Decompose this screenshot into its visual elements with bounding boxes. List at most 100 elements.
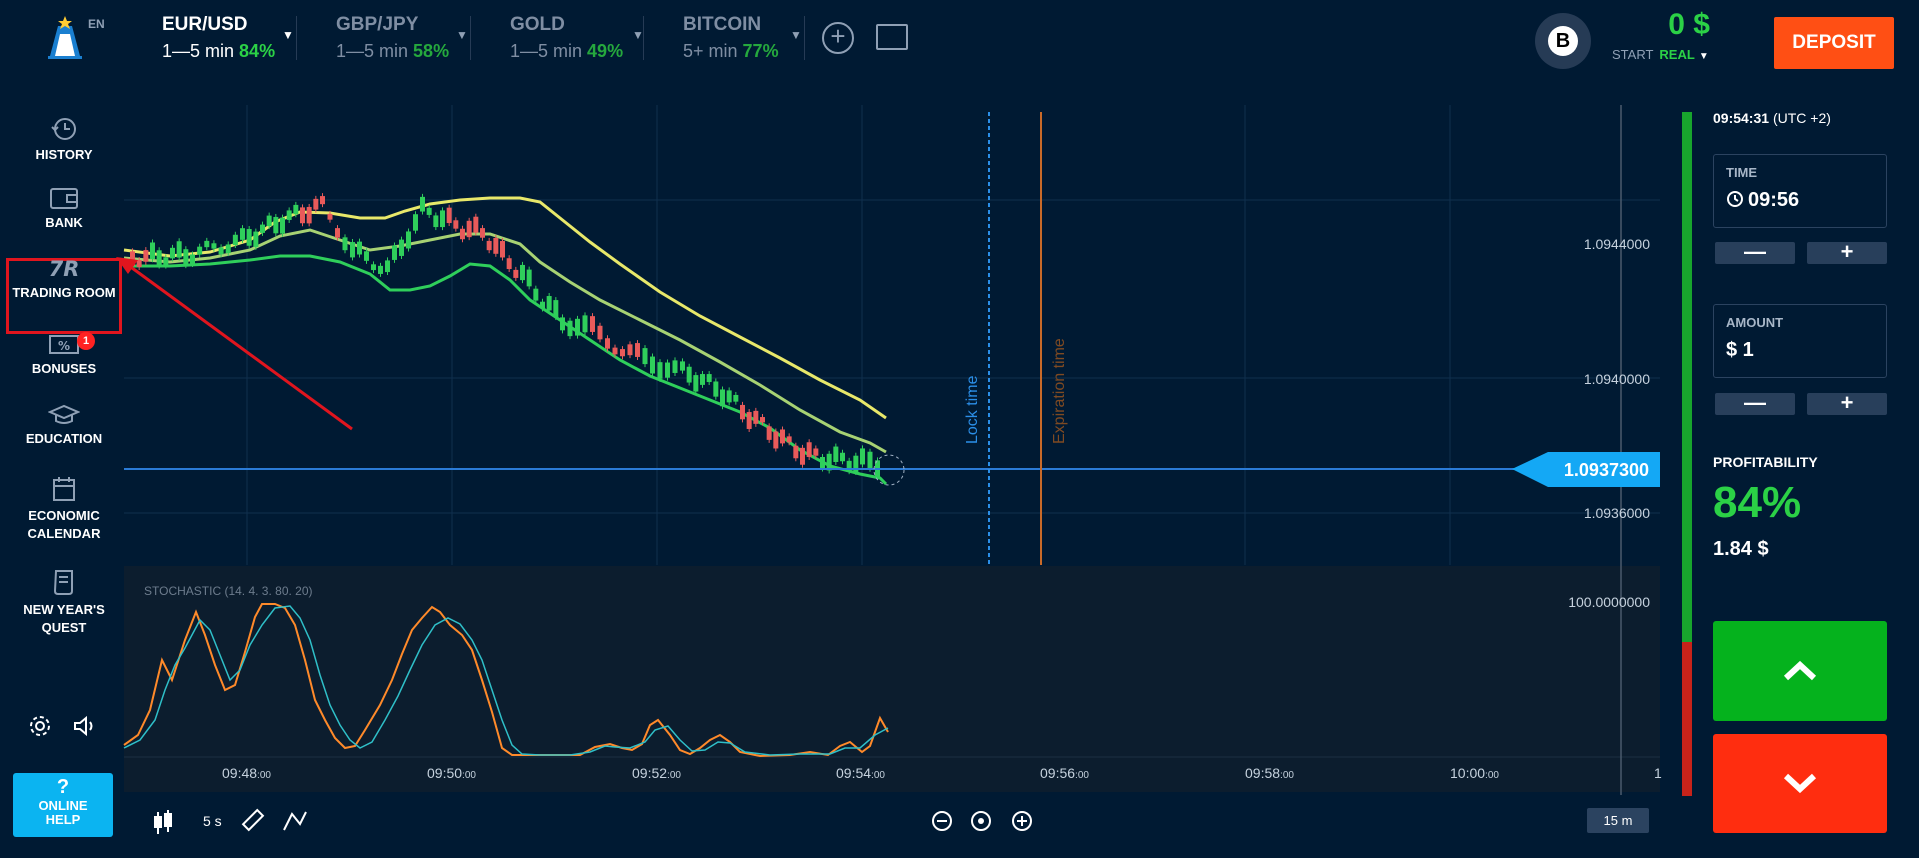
sidebar-item-label: BANK xyxy=(45,215,83,230)
amount-field[interactable]: AMOUNT $ 1 xyxy=(1713,304,1887,378)
candle-body xyxy=(273,216,279,234)
speed-label[interactable]: 5 s xyxy=(203,813,222,829)
sidebar-item-label: TRADING ROOM xyxy=(12,285,116,300)
caret-down-icon[interactable]: ▼ xyxy=(790,28,802,42)
time-decrease-button[interactable]: — xyxy=(1715,241,1795,264)
candle-body xyxy=(786,436,792,443)
add-asset-icon[interactable]: + xyxy=(822,22,854,54)
asset-tab-gold[interactable]: GOLD 1—5 min 49% ▼ xyxy=(510,14,644,66)
candle-body xyxy=(156,250,162,266)
time-label-seconds: :00 xyxy=(462,770,476,781)
candle-body xyxy=(820,457,825,469)
period-selector[interactable]: 15 m xyxy=(1587,808,1649,833)
time-value: 09:56 xyxy=(1748,189,1800,211)
candle-body xyxy=(806,442,812,457)
fit-icon[interactable] xyxy=(971,811,991,831)
asset-tab-bitcoin[interactable]: BITCOIN 5+ min 77% ▼ xyxy=(683,14,802,66)
sidebar-item-trading-room[interactable]: 7R TRADING ROOM xyxy=(0,256,128,300)
candle-body xyxy=(867,451,873,469)
zoom-out-icon[interactable] xyxy=(932,811,952,831)
divider xyxy=(296,16,297,60)
drawing-tools-icon[interactable] xyxy=(283,811,307,831)
time-increase-button[interactable]: + xyxy=(1807,241,1887,264)
gear-icon[interactable] xyxy=(28,714,52,738)
time-label-edge: 1 xyxy=(1654,765,1662,781)
caret-down-icon[interactable]: ▼ xyxy=(456,28,468,42)
account-selector[interactable]: START REAL ▼ xyxy=(1612,47,1709,62)
candle-body xyxy=(635,343,640,357)
call-up-button[interactable] xyxy=(1713,621,1887,721)
time-label-seconds: :00 xyxy=(1075,770,1089,781)
language-selector[interactable]: EN xyxy=(88,17,105,31)
sidebar-item-bank[interactable]: BANK xyxy=(0,186,128,230)
candle-body xyxy=(211,243,217,249)
asset-payout: 84% xyxy=(239,41,276,61)
price-label: 1.0940000 xyxy=(1584,371,1650,387)
candle-body xyxy=(420,196,425,212)
candle-body xyxy=(686,366,692,383)
time-label: 09:58 xyxy=(1245,765,1280,781)
candle-body xyxy=(713,381,719,397)
time-label: 09:52 xyxy=(632,765,667,781)
asset-tab-gbpjpy[interactable]: GBP/JPY 1—5 min 58% ▼ xyxy=(336,14,468,66)
asset-name: GOLD xyxy=(510,14,565,35)
sidebar-item-history[interactable]: HISTORY xyxy=(0,116,128,162)
clock-icon xyxy=(1727,191,1743,207)
amount-increase-button[interactable]: + xyxy=(1807,392,1887,415)
candle-body xyxy=(306,206,312,224)
price-chart[interactable]: Lock time Expiration time 1.0944000 1.09… xyxy=(0,0,1919,858)
candle-body xyxy=(433,215,439,228)
account-type: REAL xyxy=(1659,47,1695,62)
candle-body xyxy=(726,390,732,403)
deposit-button[interactable]: DEPOSIT xyxy=(1774,17,1894,69)
candle-body xyxy=(466,220,472,238)
logo-icon[interactable] xyxy=(40,14,86,64)
profitability-label: PROFITABILITY xyxy=(1713,454,1818,470)
zoom-in-icon[interactable] xyxy=(1012,811,1032,831)
candle-body xyxy=(753,410,759,424)
sentiment-bar-buy xyxy=(1682,112,1692,642)
put-down-button[interactable] xyxy=(1713,734,1887,833)
amount-label: AMOUNT xyxy=(1726,315,1784,330)
asset-duration: 1—5 min xyxy=(336,41,409,61)
sidebar-item-bonuses[interactable]: % 1 BONUSES xyxy=(0,332,128,376)
candle-body xyxy=(232,234,238,245)
clock-timezone: (UTC +2) xyxy=(1772,110,1831,126)
caret-down-icon[interactable]: ▼ xyxy=(282,28,294,42)
candle-body xyxy=(500,241,505,258)
amount-decrease-button[interactable]: — xyxy=(1715,392,1795,415)
candle-body xyxy=(183,249,189,266)
sidebar-item-education[interactable]: EDUCATION xyxy=(0,404,128,446)
candle-body xyxy=(357,241,362,255)
candle-body xyxy=(567,320,573,337)
candle-body xyxy=(840,452,845,462)
candle-body xyxy=(800,447,805,465)
candle-body xyxy=(793,445,799,459)
ruler-icon[interactable] xyxy=(241,808,265,832)
candle-body xyxy=(612,347,618,355)
calendar-icon xyxy=(53,477,75,501)
candle-body xyxy=(486,240,492,251)
candle-body xyxy=(733,394,739,402)
layout-icon[interactable] xyxy=(876,24,908,50)
candle-type-icon[interactable] xyxy=(154,810,172,834)
notification-badge: 1 xyxy=(77,332,95,350)
sentiment-bar-sell xyxy=(1682,642,1692,796)
online-help-button[interactable]: ? ONLINE HELP xyxy=(13,773,113,837)
candle-body xyxy=(399,239,404,256)
asset-payout: 58% xyxy=(413,41,450,61)
candle-body xyxy=(246,229,252,246)
sound-icon[interactable] xyxy=(72,714,98,738)
profitability-amount: 1.84 $ xyxy=(1713,538,1769,560)
candle-body xyxy=(526,269,532,287)
asset-tab-eurusd[interactable]: EUR/USD 1—5 min 84% ▼ xyxy=(162,14,294,66)
sidebar-item-economic-calendar[interactable]: ECONOMIC CALENDAR xyxy=(0,476,128,543)
time-label-seconds: :00 xyxy=(1280,770,1294,781)
sidebar-item-new-years-quest[interactable]: NEW YEAR'S QUEST xyxy=(0,568,128,637)
time-field[interactable]: TIME 09:56 xyxy=(1713,154,1887,228)
time-label: 09:50 xyxy=(427,765,462,781)
asset-duration: 5+ min xyxy=(683,41,738,61)
avatar[interactable]: B xyxy=(1535,13,1591,69)
candle-body xyxy=(293,204,299,215)
candle-body xyxy=(335,228,340,238)
